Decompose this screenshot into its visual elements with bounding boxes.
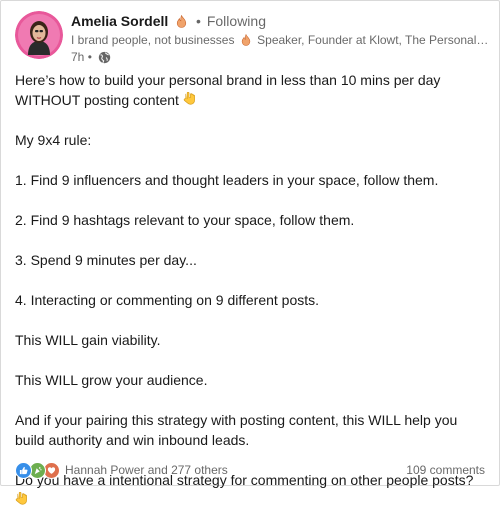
fire-icon xyxy=(241,33,251,50)
comments-count-link[interactable]: 109 comments xyxy=(406,461,485,479)
author-name-row: Amelia Sordell • Following xyxy=(71,12,489,32)
rule-title: My 9x4 rule: xyxy=(15,132,92,148)
following-status[interactable]: Following xyxy=(207,13,266,29)
fire-icon xyxy=(176,14,187,32)
closing-paragraph: And if your pairing this strategy with p… xyxy=(15,412,458,448)
post-intro: Here’s how to build your personal brand … xyxy=(15,72,441,108)
like-reaction-icon xyxy=(15,461,32,479)
step-4: 4. Interacting or commenting on 9 differ… xyxy=(15,292,320,308)
author-avatar[interactable] xyxy=(15,11,63,59)
headline-part-2: Speaker, Founder at Klowt, The Personal … xyxy=(257,33,491,47)
separator-dot: • xyxy=(196,13,201,29)
author-headline: I brand people, not businesses Speaker, … xyxy=(71,32,491,50)
line-audience: This WILL grow your audience. xyxy=(15,372,208,388)
separator-dot: • xyxy=(87,50,92,64)
author-photo xyxy=(15,11,63,59)
globe-icon xyxy=(98,51,111,67)
backhand-index-pointing-down-icon xyxy=(15,491,28,507)
reactions-summary[interactable]: Hannah Power and 277 others xyxy=(15,461,228,479)
post-time-row: 7h • xyxy=(71,50,489,67)
post-header: Amelia Sordell • Following I brand peopl… xyxy=(15,11,491,64)
backhand-index-pointing-down-icon xyxy=(183,91,196,107)
reactions-count-text: Hannah Power and 277 others xyxy=(65,463,228,477)
step-2: 2. Find 9 hashtags relevant to your spac… xyxy=(15,212,355,228)
post-body: Here’s how to build your personal brand … xyxy=(15,70,483,510)
author-name[interactable]: Amelia Sordell xyxy=(71,13,168,29)
post-intro-paragraph: Here’s how to build your personal brand … xyxy=(15,70,483,110)
post-time: 7h xyxy=(71,50,85,64)
line-viability: This WILL gain viability. xyxy=(15,332,161,348)
step-3: 3. Spend 9 minutes per day... xyxy=(15,252,197,268)
author-meta: Amelia Sordell • Following I brand peopl… xyxy=(71,12,491,67)
social-counts: Hannah Power and 277 others 109 comments xyxy=(15,461,485,479)
feed-post-card: Amelia Sordell • Following I brand peopl… xyxy=(0,0,500,505)
step-1: 1. Find 9 influencers and thought leader… xyxy=(15,172,439,188)
headline-part-1: I brand people, not businesses xyxy=(71,33,235,47)
